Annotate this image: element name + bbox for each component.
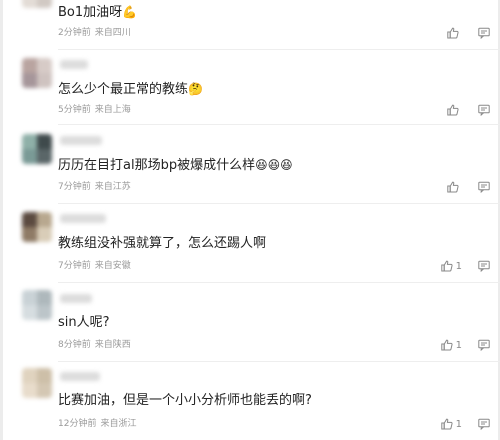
- comment-time: 12分钟前: [58, 419, 97, 429]
- thumbs-up-icon: [440, 260, 453, 272]
- username[interactable]: [60, 214, 106, 223]
- comment-time: 8分钟前: [58, 340, 91, 350]
- comment-source: 来自江苏: [94, 182, 131, 192]
- thumbs-up-icon: [447, 104, 459, 116]
- avatar[interactable]: [22, 134, 52, 164]
- left-border: [0, 0, 3, 440]
- comment-actions: 1: [440, 417, 490, 431]
- comment-source: 来自安徽: [94, 261, 131, 271]
- reply-icon[interactable]: [478, 418, 490, 430]
- username[interactable]: [60, 60, 88, 69]
- like-count: 1: [455, 418, 462, 430]
- comment-text: sin人呢?: [58, 315, 110, 330]
- avatar[interactable]: [22, 290, 52, 320]
- like-button[interactable]: 1: [440, 418, 462, 430]
- like-count: 1: [455, 260, 462, 272]
- reply-icon[interactable]: [478, 260, 490, 272]
- comment-source: 来自上海: [94, 105, 131, 115]
- comment-meta: 5分钟前 来自上海: [58, 104, 131, 116]
- divider: [58, 124, 500, 125]
- comment-list: Bo1加油呀💪 2分钟前来自四川 怎么少个最正常的教练🤔 5分钟前来自上海: [0, 0, 500, 440]
- thinking-face-emoji: 🤔: [188, 82, 203, 96]
- comment-meta: 12分钟前 来自浙江: [58, 418, 136, 430]
- like-button[interactable]: [447, 104, 462, 116]
- thumbs-up-icon: [447, 27, 459, 39]
- thumbs-up-icon: [440, 418, 453, 430]
- divider: [58, 361, 500, 362]
- comment-time: 7分钟前: [58, 182, 91, 192]
- comment-text: Bo1加油呀💪: [58, 5, 138, 20]
- reply-icon[interactable]: [478, 339, 490, 351]
- like-button[interactable]: [447, 181, 462, 193]
- divider: [58, 49, 500, 50]
- like-button[interactable]: [447, 27, 462, 39]
- reply-icon[interactable]: [478, 27, 490, 39]
- comment-meta: 8分钟前 来自陕西: [58, 339, 131, 351]
- comment-time: 7分钟前: [58, 261, 91, 271]
- like-button[interactable]: 1: [440, 260, 462, 272]
- avatar[interactable]: [22, 58, 52, 88]
- flexed-biceps-emoji: 💪: [122, 5, 138, 19]
- laughing-emoji: 😆😆😆: [255, 158, 293, 172]
- comment-source: 来自浙江: [100, 419, 137, 429]
- comment-source: 来自四川: [94, 28, 131, 38]
- comment-text: 教练组没补强就算了，怎么还踢人啊: [58, 236, 267, 251]
- divider: [58, 203, 500, 204]
- username[interactable]: [60, 136, 102, 145]
- comment-source: 来自陕西: [94, 340, 131, 350]
- thumbs-up-icon: [447, 181, 459, 193]
- comment-actions: 1: [440, 259, 490, 273]
- thumbs-up-icon: [440, 339, 453, 351]
- comment-actions: [447, 180, 490, 194]
- comment-meta: 7分钟前 来自安徽: [58, 260, 131, 272]
- comment-meta: 2分钟前 来自四川: [58, 27, 131, 39]
- comment-text: 比赛加油，但是一个小小分析师也能丢的啊?: [58, 393, 312, 408]
- username[interactable]: [60, 372, 100, 381]
- comment-time: 2分钟前: [58, 28, 91, 38]
- like-count: 1: [455, 339, 462, 351]
- comment-actions: 1: [440, 338, 490, 352]
- avatar[interactable]: [22, 212, 52, 242]
- avatar[interactable]: [22, 368, 52, 398]
- comment-actions: [447, 26, 490, 40]
- username[interactable]: [60, 294, 92, 303]
- comment-actions: [447, 103, 490, 117]
- reply-icon[interactable]: [478, 181, 490, 193]
- avatar[interactable]: [22, 0, 52, 8]
- like-button[interactable]: 1: [440, 339, 462, 351]
- reply-icon[interactable]: [478, 104, 490, 116]
- comment-time: 5分钟前: [58, 105, 91, 115]
- comment-text: 历历在目打al那场bp被爆成什么样😆😆😆: [58, 158, 293, 173]
- comment-meta: 7分钟前 来自江苏: [58, 181, 131, 193]
- divider: [58, 282, 500, 283]
- comment-text: 怎么少个最正常的教练🤔: [58, 82, 203, 97]
